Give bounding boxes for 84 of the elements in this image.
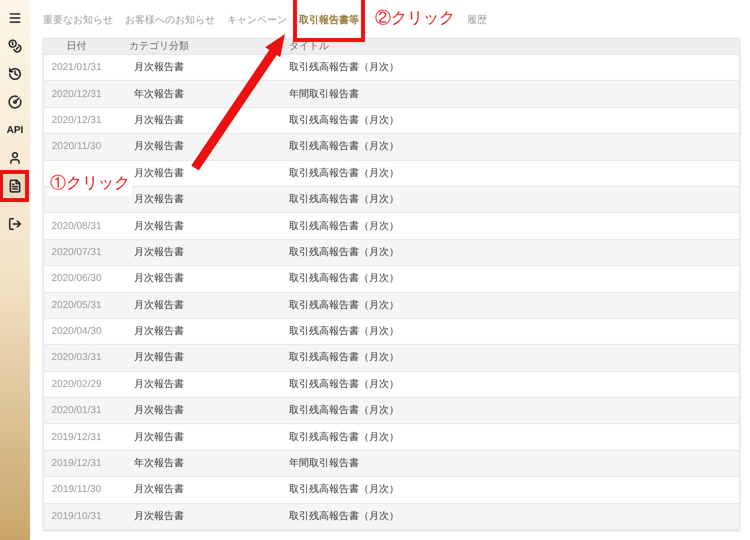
table-row[interactable]: 2020/02/29 月次報告書 取引残高報告書（月次）	[44, 370, 739, 398]
table-cell: 年次報告書	[134, 458, 184, 470]
table-cell: 取引残高報告書（月次）	[289, 510, 399, 522]
table-cell: 2020/03/31	[51, 352, 102, 364]
table-cell: 取引残高報告書（月次）	[289, 114, 399, 126]
table-cell: 取引残高報告書（月次）	[289, 246, 399, 258]
table-cell: 取引残高報告書（月次）	[289, 484, 399, 496]
column-header: 日付	[66, 41, 86, 52]
table-cell: 取引残高報告書（月次）	[289, 300, 399, 311]
table-row[interactable]: 2020/07/31 月次報告書 取引残高報告書（月次）	[44, 238, 739, 266]
table-cell: 取引残高報告書（月次）	[289, 432, 399, 443]
table-cell: 2021/01/31	[51, 62, 102, 74]
table-cell: 2020/06/30	[51, 273, 102, 284]
table-cell: 2020/12/31	[51, 114, 102, 126]
column-header: カテゴリ分類	[129, 41, 189, 52]
table-cell: 月次報告書	[134, 246, 184, 258]
table-cell: 2020/02/29	[51, 378, 102, 390]
table-cell: 2019/11/30	[52, 484, 102, 496]
table-row[interactable]: 2020/04/30 月次報告書 取引残高報告書（月次）	[44, 318, 739, 344]
table-row[interactable]: 2020/11/30 月次報告書 取引残高報告書（月次）	[44, 133, 739, 160]
table-cell: 月次報告書	[134, 300, 184, 311]
table-cell: 2019/12/31	[51, 458, 102, 470]
table-cell: 取引残高報告書（月次）	[289, 273, 399, 284]
gauge-icon	[8, 95, 22, 109]
table-cell: 月次報告書	[134, 114, 184, 126]
table-cell: 年間取引報告書	[289, 458, 359, 470]
table-row[interactable]: 2020/08/31 月次報告書 取引残高報告書（月次）	[44, 212, 739, 239]
highlight-frame	[0, 170, 29, 202]
table-cell: 月次報告書	[134, 432, 184, 443]
table-cell: 取引残高報告書（月次）	[289, 62, 399, 74]
table-cell: 2020/05/31	[51, 300, 102, 311]
callout-text: ①クリック	[48, 172, 132, 196]
table-cell: 月次報告書	[134, 405, 184, 416]
table-cell: 2020/08/31	[51, 220, 102, 232]
column-header: タイトル	[289, 41, 329, 52]
table-row[interactable]: 2019/12/31 年次報告書 年間取引報告書	[44, 450, 739, 476]
table-cell: 月次報告書	[134, 62, 184, 74]
table-row[interactable]: 2019/11/30 月次報告書 取引残高報告書（月次）	[44, 476, 739, 503]
history-icon	[8, 67, 22, 81]
table-cell: 取引残高報告書（月次）	[289, 378, 399, 390]
table-cell: 2019/10/31	[51, 510, 102, 522]
table-cell: 月次報告書	[134, 510, 184, 522]
table-cell: 2020/01/31	[51, 405, 102, 416]
table-cell: 月次報告書	[134, 352, 184, 364]
table-row[interactable]: 2020/03/31 月次報告書 取引残高報告書（月次）	[44, 344, 739, 371]
table-cell: 2020/12/31	[51, 88, 102, 100]
table-cell: 年次報告書	[134, 88, 184, 100]
tab[interactable]: 取引報告書等	[299, 13, 359, 28]
table-cell: 2020/07/31	[51, 246, 102, 258]
table-cell: 月次報告書	[134, 484, 184, 496]
table-row[interactable]: 2020/12/31 年次報告書 年間取引報告書	[44, 80, 739, 107]
table-cell: 取引残高報告書（月次）	[289, 352, 399, 364]
table-cell: 月次報告書	[134, 194, 184, 206]
table-cell: 月次報告書	[134, 326, 184, 338]
document-icon	[8, 179, 22, 193]
table-cell: 2020/11/30	[52, 141, 102, 152]
table-cell: 取引残高報告書（月次）	[289, 326, 399, 338]
table-cell: 年間取引報告書	[289, 88, 359, 100]
document-button[interactable]	[4, 175, 26, 197]
table-row[interactable]: 2020/01/31 月次報告書 取引残高報告書（月次）	[44, 397, 739, 424]
table-cell: 取引残高報告書（月次）	[289, 194, 399, 206]
table-row[interactable]: 2020/06/30 月次報告書 取引残高報告書（月次）	[44, 265, 739, 292]
table-row[interactable]: 2019/12/31 月次報告書 取引残高報告書（月次）	[44, 423, 739, 450]
table-cell: 取引残高報告書（月次）	[289, 220, 399, 232]
table-row[interactable]: 2021/01/31 月次報告書 取引残高報告書（月次）	[44, 54, 739, 80]
table-row[interactable]: 2020/12/31 月次報告書 取引残高報告書（月次）	[44, 106, 739, 134]
menu-icon	[8, 11, 22, 25]
table-cell: 月次報告書	[134, 378, 184, 390]
person-icon	[8, 151, 22, 165]
table-row[interactable]: 2019/10/31 月次報告書 取引残高報告書（月次）	[44, 502, 739, 530]
table-cell: 月次報告書	[134, 220, 184, 232]
table-cell: 月次報告書	[134, 168, 184, 179]
table-cell: 2019/12/31	[51, 432, 102, 443]
coin-icon	[8, 39, 22, 53]
table-cell: 取引残高報告書（月次）	[289, 141, 399, 152]
table-cell: 取引残高報告書（月次）	[289, 168, 399, 179]
logout-icon	[8, 217, 22, 231]
table-cell: 月次報告書	[134, 141, 184, 152]
table-row[interactable]: 2020/05/31 月次報告書 取引残高報告書（月次）	[44, 292, 739, 318]
table-cell: 2020/04/30	[51, 326, 102, 338]
callout-text: ②クリック	[375, 9, 455, 29]
api-link[interactable]: API	[4, 119, 26, 141]
table-cell: 月次報告書	[134, 273, 184, 284]
table-cell: 取引残高報告書（月次）	[289, 405, 399, 416]
